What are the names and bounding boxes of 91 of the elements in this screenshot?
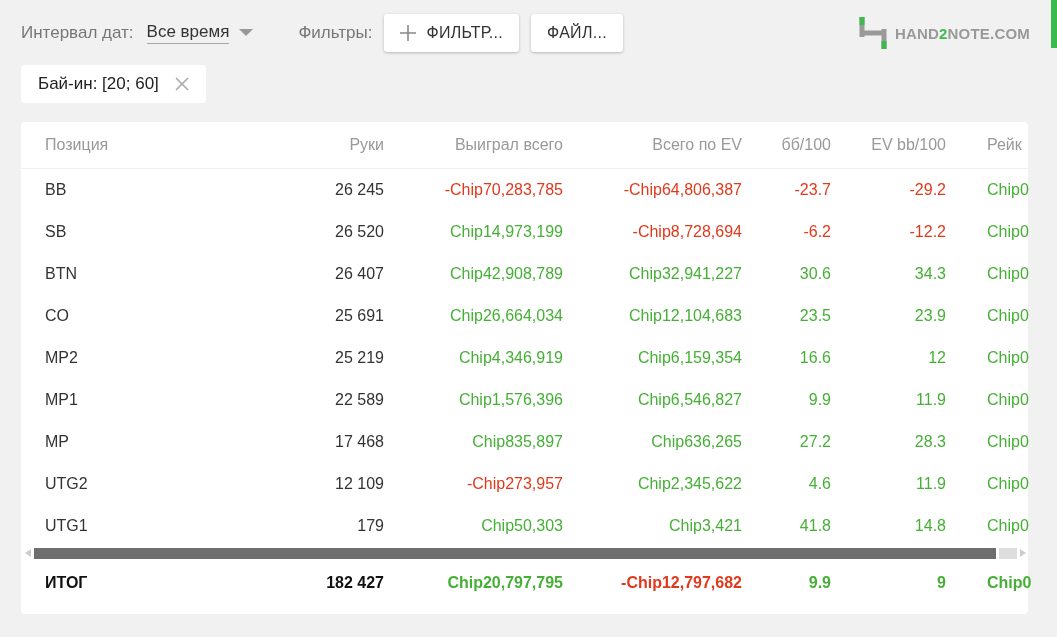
table-cell-text: 17 468 [334, 433, 384, 451]
table-cell-text: 11.9 [915, 475, 946, 493]
table-cell-text: -Chip8,728,694 [631, 223, 742, 241]
table-cell-text: Chip6,159,354 [636, 349, 742, 367]
column-header[interactable]: Позиция [45, 136, 290, 154]
table-cell-text: -23.7 [793, 181, 831, 199]
table-cell-text: BTN [45, 265, 78, 283]
scroll-right-icon [1020, 549, 1026, 557]
file-button[interactable]: ФАЙЛ... [531, 14, 623, 52]
table-cell: Chip0 [987, 574, 1032, 592]
table-cell: Chip0 [987, 475, 1029, 493]
table-cell-text: 9.9 [807, 391, 831, 409]
table-cell: Chip0 [987, 181, 1029, 199]
table-cell-text: 34.3 [913, 265, 946, 283]
table-cell: Chip0 [987, 307, 1029, 325]
table-cell-text: 14.8 [913, 517, 946, 535]
table-cell-text: 28.3 [913, 433, 946, 451]
table-cell-text: MP [45, 433, 70, 451]
table-cell-text: Chip14,973,199 [449, 223, 563, 241]
table-cell-text: MP2 [45, 349, 79, 367]
table-cell-text: Chip50,303 [480, 517, 563, 535]
table-cell-text: ИТОГ [45, 574, 89, 592]
date-dropdown[interactable]: Все время [146, 22, 254, 44]
table-cell: Chip0 [987, 349, 1029, 367]
caret-icon [239, 29, 254, 37]
table-cell-text: Chip2,345,622 [636, 475, 742, 493]
table-cell-text: 23.9 [913, 307, 946, 325]
logo-icon [858, 17, 887, 49]
scrollbar-track [999, 547, 1017, 559]
table-cell-text: Chip32,941,227 [628, 265, 742, 283]
table-cell-text: 179 [356, 517, 384, 535]
table-cell-text: -6.2 [802, 223, 831, 241]
table-cell-text: 23.5 [798, 307, 831, 325]
table-cell-text: Chip42,908,789 [449, 265, 563, 283]
table-cell-text: BB [45, 181, 68, 199]
table-cell-text: Chip26,664,034 [449, 307, 563, 325]
table-cell-text: Chip12,104,683 [628, 307, 742, 325]
table-cell-text: 11.9 [915, 391, 946, 409]
add-filter-button[interactable]: ФИЛЬТР... [384, 14, 519, 52]
logo-text: HAND2NOTE.COM [894, 24, 1030, 42]
table-cell-text: Chip1,576,396 [457, 391, 563, 409]
table-cell-text: -12.2 [908, 223, 946, 241]
table-cell-text: 4.6 [807, 475, 831, 493]
table-cell-text: 12 109 [334, 475, 384, 493]
table-cell-text: 30.6 [798, 265, 831, 283]
table-cell-text: MP1 [45, 391, 79, 409]
filter-chip-label: Бай-ин: [20; 60] [38, 74, 159, 94]
table-cell-text: -29.2 [908, 181, 946, 199]
table-cell-text: 26 245 [334, 181, 384, 199]
table-cell-text: 9.9 [807, 574, 831, 592]
table-cell-text: -Chip273,957 [465, 475, 563, 493]
table-cell: Chip0 [987, 517, 1029, 535]
table-cell-text: Chip3,421 [668, 517, 742, 535]
column-header[interactable]: Всего по EV [563, 136, 742, 154]
scroll-left-icon [25, 549, 31, 557]
table-cell-text: 25 691 [334, 307, 384, 325]
scroll-accent [1051, 0, 1057, 48]
table-cell-text: -Chip12,797,682 [620, 574, 742, 592]
plus-icon [400, 25, 417, 41]
date-interval-label: Интервал дат: [21, 23, 134, 43]
table-cell-text: Chip4,346,919 [457, 349, 563, 367]
table-cell-text: 182 427 [325, 574, 384, 592]
column-header[interactable]: Руки [290, 136, 384, 154]
table-cell-text: 27.2 [798, 433, 831, 451]
filters-label: Фильтры: [298, 23, 373, 43]
table-cell-text: Chip20,797,795 [446, 574, 563, 592]
table-cell-text: -Chip70,283,785 [443, 181, 563, 199]
column-header[interactable]: бб/100 [742, 136, 831, 154]
table-cell-text: 26 520 [334, 223, 384, 241]
table-cell-text: SB [45, 223, 68, 241]
column-header[interactable]: EV bb/100 [831, 136, 946, 154]
table-cell-text: 26 407 [334, 265, 384, 283]
table-cell-text: -Chip64,806,387 [622, 181, 742, 199]
table-cell-text: 9 [936, 574, 946, 592]
table-cell-text: CO [45, 307, 70, 325]
table-cell-text: UTG2 [45, 475, 89, 493]
table-cell-text: 22 589 [334, 391, 384, 409]
table-cell-text: 16.6 [798, 349, 831, 367]
table-cell-text: Chip835,897 [471, 433, 563, 451]
table-cell-text: 25 219 [334, 349, 384, 367]
table-cell: Chip0 [987, 391, 1029, 409]
table-cell-text: Chip6,546,827 [636, 391, 742, 409]
table-cell-text: 41.8 [798, 517, 831, 535]
table-cell-text: Chip636,265 [650, 433, 742, 451]
table-cell: Chip0 [987, 265, 1029, 283]
table-cell: Chip0 [987, 223, 1029, 241]
table-cell-text: UTG1 [45, 517, 89, 535]
table-cell: Chip0 [987, 433, 1029, 451]
table-cell-text: 12 [927, 349, 946, 367]
column-header[interactable]: Рейк [987, 136, 1022, 154]
column-header[interactable]: Выиграл всего [384, 136, 563, 154]
